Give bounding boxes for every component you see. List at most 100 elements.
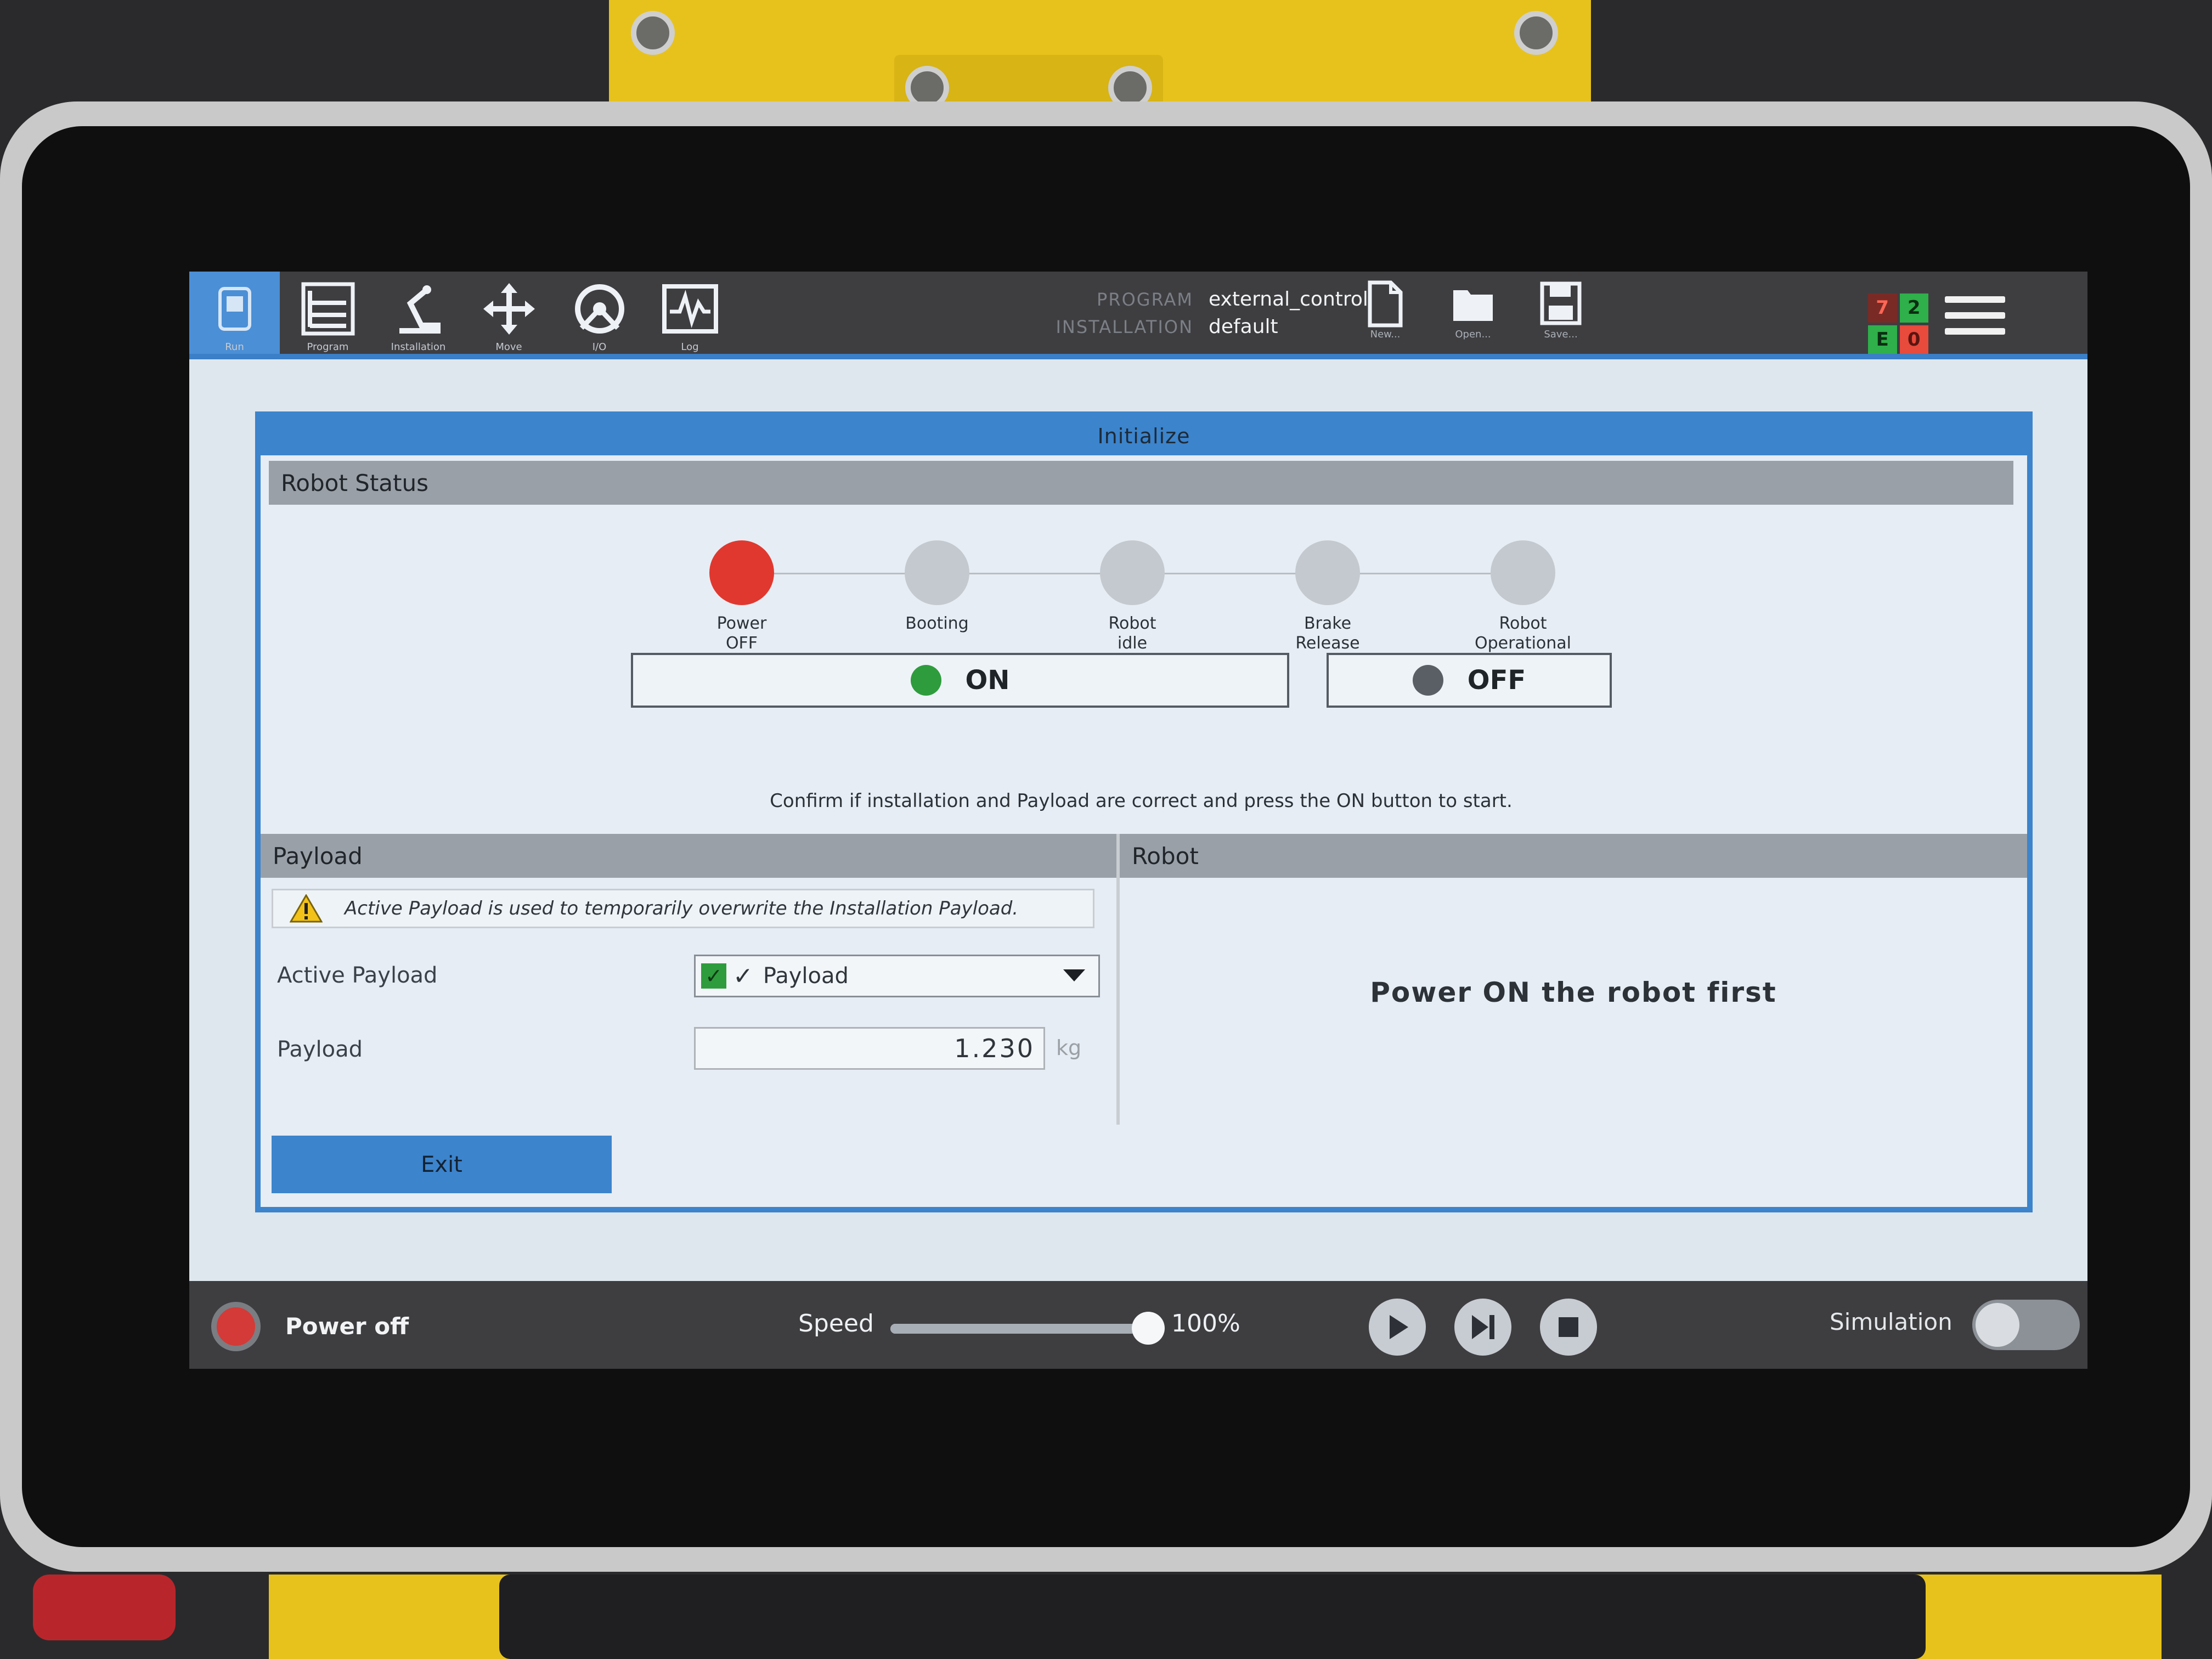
open-button[interactable]: Open... <box>1435 279 1511 356</box>
dialog-title: Initialize <box>261 417 2027 455</box>
installation-icon <box>399 285 441 334</box>
speed-value: 100% <box>1171 1310 1240 1338</box>
active-payload-value: Payload <box>763 963 849 989</box>
payload-mass-label: Payload <box>277 1037 363 1062</box>
power-on-label: ON <box>965 665 1010 696</box>
save-label: Save... <box>1544 329 1578 340</box>
warning-icon <box>290 894 323 923</box>
speed-slider[interactable] <box>890 1312 1165 1345</box>
program-name: external_control <box>1209 288 1368 311</box>
pendant-holder <box>269 1575 2162 1659</box>
status-cell: 0 <box>1899 325 1928 354</box>
speed-slider-fill <box>890 1324 1148 1334</box>
play-icon <box>1390 1315 1408 1339</box>
status-dot <box>1491 540 1555 605</box>
simulation-label: Simulation <box>1830 1308 1953 1335</box>
status-step-brake-release: Brake Release <box>1262 540 1393 653</box>
power-on-button[interactable]: ON <box>631 653 1289 708</box>
confirm-instruction: Confirm if installation and Payload are … <box>770 790 1513 812</box>
status-dot <box>709 540 774 605</box>
new-label: New... <box>1370 329 1401 340</box>
cable-housing <box>499 1575 1926 1659</box>
hamburger-menu-icon[interactable] <box>1945 296 2005 346</box>
status-cell: 7 <box>1868 294 1897 323</box>
save-button[interactable]: Save... <box>1522 279 1599 356</box>
speed-slider-knob[interactable] <box>1132 1312 1165 1345</box>
move-icon <box>483 283 535 335</box>
screw <box>631 11 675 55</box>
power-off-label: OFF <box>1467 665 1526 696</box>
io-icon <box>574 284 624 334</box>
exit-button[interactable]: Exit <box>272 1136 612 1193</box>
screw <box>1514 11 1558 55</box>
status-step-label: Brake Release <box>1295 614 1360 653</box>
checkmark-icon: ✓ <box>701 963 726 989</box>
nav-installation[interactable]: Installation <box>373 272 464 359</box>
status-step-robot-operational: Robot Operational <box>1457 540 1589 653</box>
initialize-dialog: Initialize Robot Status Power OFF Bootin… <box>255 411 2033 1212</box>
footer-bar: Power off Speed 100% Simulation <box>189 1281 2087 1369</box>
status-step-label: Booting <box>905 614 969 633</box>
nav-move-label: Move <box>495 341 522 353</box>
robot-status-header: Robot Status <box>269 461 2013 505</box>
payload-warning: Active Payload is used to temporarily ov… <box>272 889 1094 928</box>
installation-name: default <box>1209 315 1278 338</box>
open-label: Open... <box>1455 329 1491 340</box>
status-dot <box>1100 540 1165 605</box>
power-status-label: Power off <box>285 1313 409 1340</box>
status-dot <box>905 540 969 605</box>
status-step-label: Power OFF <box>716 614 767 653</box>
check-icon: ✓ <box>733 962 753 990</box>
new-button[interactable]: New... <box>1347 279 1424 356</box>
nav-log-label: Log <box>681 341 699 353</box>
stop-icon <box>1559 1317 1578 1337</box>
play-button[interactable] <box>1369 1299 1426 1356</box>
payload-mass-field[interactable]: 1.230 <box>694 1027 1045 1070</box>
nav-program[interactable]: Program <box>283 272 373 359</box>
status-cell: E <box>1868 325 1897 354</box>
status-step-power-off: Power OFF <box>676 540 808 653</box>
active-payload-select[interactable]: ✓ ✓ Payload <box>694 955 1100 997</box>
topbar-accent-line <box>189 354 2087 359</box>
power-off-button[interactable]: OFF <box>1327 653 1612 708</box>
nav-run[interactable]: Run <box>189 272 280 359</box>
program-key: PROGRAM <box>1097 289 1193 310</box>
step-button[interactable] <box>1454 1299 1511 1356</box>
nav-installation-label: Installation <box>391 341 446 353</box>
emergency-stop-button[interactable] <box>33 1575 176 1640</box>
on-indicator-icon <box>910 665 941 696</box>
status-step-booting: Booting <box>871 540 1003 634</box>
simulation-toggle[interactable] <box>1972 1300 2080 1350</box>
payload-header: Payload <box>261 834 1116 878</box>
status-dot <box>1295 540 1360 605</box>
stop-button[interactable] <box>1540 1299 1597 1356</box>
installation-key: INSTALLATION <box>1056 317 1193 337</box>
nav-io-label: I/O <box>592 341 607 353</box>
nav-log[interactable]: Log <box>645 272 735 359</box>
active-payload-label: Active Payload <box>277 963 438 988</box>
off-indicator-icon <box>1412 665 1443 696</box>
nav-program-label: Program <box>307 341 349 353</box>
robot-status-panel: Robot Status Power OFF Booting Robot idl… <box>269 461 2013 834</box>
power-status-button[interactable] <box>211 1302 261 1351</box>
dropdown-arrow-icon <box>1063 969 1085 981</box>
program-icon <box>301 282 354 335</box>
payload-unit: kg <box>1056 1036 1082 1060</box>
nav-io[interactable]: I/O <box>554 272 645 359</box>
status-step-label: Robot idle <box>1108 614 1156 653</box>
nav-run-label: Run <box>225 341 244 353</box>
safety-status-grid[interactable]: 7 2 E 0 <box>1868 294 1928 354</box>
robot-panel: Robot Power ON the robot first <box>1120 834 2027 1125</box>
robot-header: Robot <box>1120 834 2027 878</box>
payload-warning-text: Active Payload is used to temporarily ov… <box>345 898 1019 919</box>
payload-panel: Payload Active Payload is used to tempor… <box>261 834 1120 1125</box>
robot-power-message: Power ON the robot first <box>1370 977 1777 1008</box>
new-file-icon <box>1368 280 1403 328</box>
nav-move[interactable]: Move <box>464 272 554 359</box>
open-folder-icon <box>1453 290 1493 321</box>
pendant-screen: Run Program Installation Move I/O Log PR… <box>189 272 2087 1369</box>
toggle-knob <box>1976 1303 2019 1347</box>
log-icon <box>662 284 718 334</box>
speed-label: Speed <box>798 1310 874 1338</box>
status-step-robot-idle: Robot idle <box>1066 540 1198 653</box>
